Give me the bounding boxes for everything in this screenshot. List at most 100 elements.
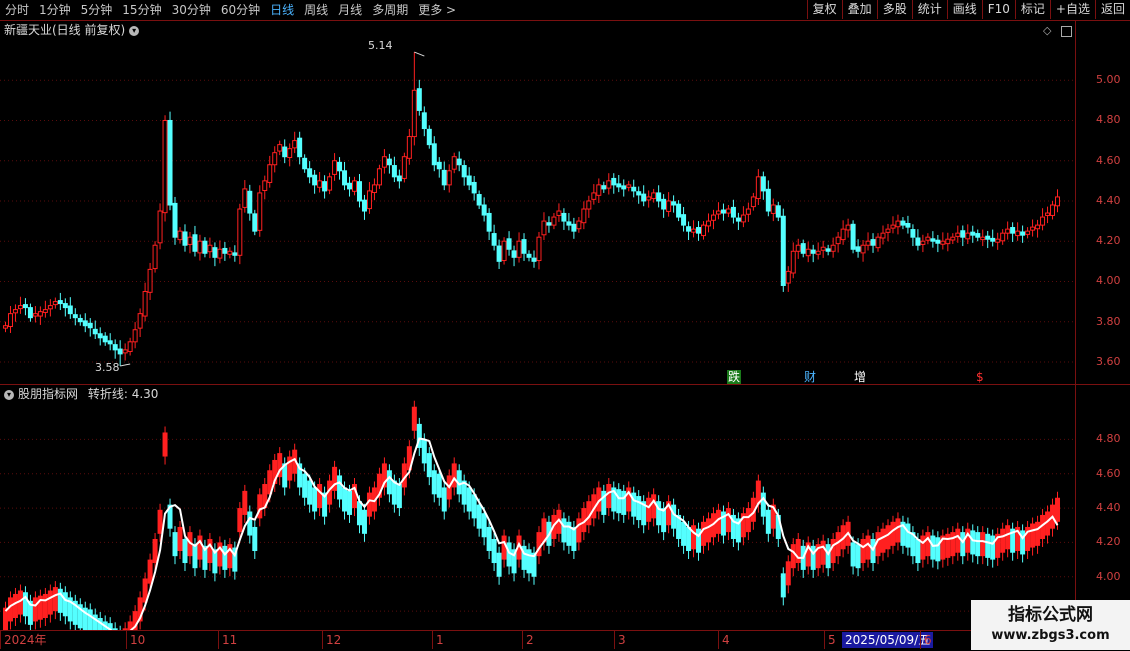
candle-up <box>292 140 298 149</box>
event-marker[interactable]: 跌 <box>727 370 742 384</box>
candle-up <box>217 248 223 259</box>
indicator-bar-down <box>975 532 981 557</box>
candle-down <box>82 320 88 327</box>
indicator-bar-down <box>765 509 771 534</box>
price-tick: 4.00 <box>1096 274 1121 288</box>
watermark-url: www.zbgs3.com <box>991 628 1110 643</box>
indicator-bar-up <box>646 497 652 522</box>
date-label: 2024年 <box>0 631 47 649</box>
candle-down <box>975 233 981 238</box>
event-marker[interactable]: 财 <box>803 370 818 384</box>
indicator-bar-up <box>885 525 891 550</box>
indicator-bar-down <box>386 470 392 495</box>
indicator-bar-up <box>830 538 836 564</box>
candle-down <box>760 176 766 192</box>
candle-up <box>237 208 243 256</box>
candle-up <box>327 176 333 191</box>
candle-up <box>551 216 557 226</box>
candle-down <box>970 231 976 236</box>
candle-down <box>696 227 702 234</box>
candle-up <box>142 291 148 317</box>
candle-down <box>566 221 572 226</box>
indicator-bar-down <box>302 473 308 498</box>
candle-up <box>1030 226 1036 231</box>
indicator-bar-down <box>312 487 318 512</box>
chevron-down-icon[interactable]: ▾ <box>4 389 14 400</box>
candle-up <box>42 309 48 313</box>
indicator-bar-down <box>671 504 677 529</box>
candle-down <box>780 215 786 286</box>
candle-up <box>516 240 522 258</box>
candle-up <box>52 301 58 306</box>
indicator-bar-down <box>356 501 362 526</box>
event-marker[interactable]: 增 <box>853 370 868 384</box>
candle-down <box>526 253 532 258</box>
candle-down <box>661 198 667 210</box>
candle-up <box>1055 196 1061 207</box>
indicator-bar-up <box>820 540 826 565</box>
candle-down <box>850 223 856 250</box>
indicator-bar-down <box>62 592 68 617</box>
indicator-bar-up <box>12 593 18 618</box>
candle-up <box>446 170 452 186</box>
indicator-bar-down <box>426 453 432 478</box>
candle-down <box>456 158 462 166</box>
indicator-bar-down <box>476 504 482 529</box>
candle-up <box>152 244 158 270</box>
candle-down <box>905 223 911 228</box>
kline-chart[interactable] <box>0 0 1130 650</box>
candle-down <box>167 119 173 206</box>
candle-down <box>775 205 781 218</box>
candle-down <box>915 237 921 246</box>
indicator-bar-down <box>681 521 687 546</box>
indicator-bar-down <box>780 573 786 598</box>
candle-down <box>77 317 83 323</box>
indicator-bar-up <box>152 538 158 564</box>
candle-up <box>840 228 846 241</box>
indicator-bar-down <box>930 535 936 560</box>
indicator-bar-down <box>661 508 667 533</box>
indicator-bar-up <box>950 532 956 557</box>
indicator-bar-up <box>651 494 657 519</box>
candle-down <box>247 190 253 214</box>
candle-down <box>466 175 472 186</box>
price-tick: 5.00 <box>1096 73 1121 87</box>
candle-up <box>710 214 716 221</box>
candle-up <box>865 240 871 246</box>
candle-up <box>401 156 407 179</box>
candle-up <box>705 220 711 227</box>
candle-up <box>157 210 163 244</box>
candle-up <box>122 349 128 354</box>
candle-down <box>511 250 517 258</box>
candle-down <box>765 188 771 212</box>
indicator-panel-title[interactable]: ▾ 股朋指标网 转折线: 4.30 <box>2 386 158 402</box>
candle-down <box>117 348 123 355</box>
candle-up <box>626 184 632 188</box>
candle-up <box>755 176 761 200</box>
indicator-line-label: 转折线: <box>87 387 128 401</box>
indicator-bar-down <box>347 490 353 515</box>
indicator-bar-up <box>945 533 951 558</box>
candle-down <box>735 217 741 222</box>
event-marker[interactable]: $ <box>975 370 985 384</box>
candle-down <box>212 247 218 258</box>
candle-up <box>272 152 278 166</box>
candle-down <box>107 340 113 345</box>
candle-down <box>1020 231 1026 236</box>
candle-down <box>426 128 432 146</box>
price-tick: 4.40 <box>1096 193 1121 207</box>
candle-up <box>795 244 801 252</box>
candle-up <box>381 156 387 168</box>
price-tick: 3.60 <box>1096 354 1121 368</box>
candle-up <box>815 250 821 255</box>
candle-down <box>202 240 208 254</box>
date-axis: 2025/05/09/五 2024年 10 11 12 1 2 3 4 5 6 <box>0 630 1130 651</box>
candle-up <box>501 240 507 262</box>
candle-up <box>940 240 946 245</box>
candle-up <box>770 204 776 214</box>
candle-up <box>207 244 213 253</box>
candle-up <box>366 190 372 210</box>
indicator-tick: 4.60 <box>1096 466 1121 480</box>
candle-up <box>576 220 582 230</box>
indicator-bar-up <box>366 492 372 517</box>
